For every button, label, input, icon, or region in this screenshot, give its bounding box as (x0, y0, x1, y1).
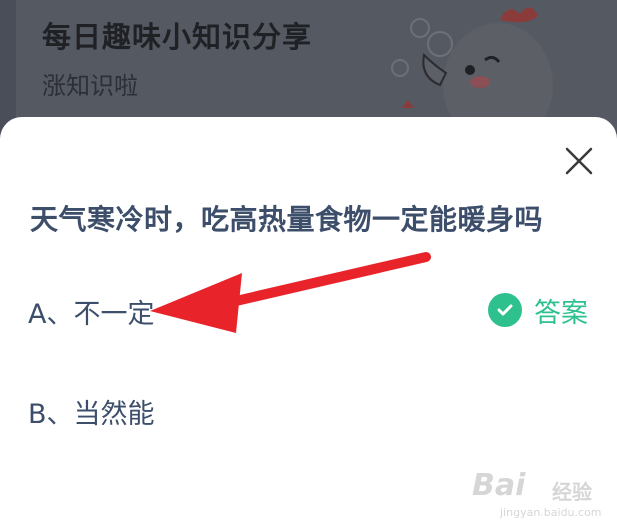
watermark-brand: Bai (472, 468, 526, 503)
banner-title: 每日趣味小知识分享 (42, 20, 313, 54)
question-text: 天气寒冷时，吃高热量食物一定能暖身吗 (30, 203, 544, 236)
answer-label: 答案 (534, 297, 588, 329)
banner-subtitle: 涨知识啦 (42, 72, 138, 100)
check-icon (488, 293, 522, 327)
option-a[interactable]: A、不一定 (28, 292, 154, 331)
mascot-illustration (391, 7, 553, 118)
baidu-watermark: Bai 经验 jingyan.baidu.com (472, 462, 612, 522)
red-arrow-annotation (150, 252, 431, 333)
watermark-url: jingyan.baidu.com (500, 506, 602, 519)
close-icon[interactable] (563, 145, 595, 177)
option-b[interactable]: B、当然能 (28, 392, 155, 431)
answer-badge: 答案 (488, 292, 588, 329)
watermark-brand-suffix: 经验 (552, 480, 592, 504)
